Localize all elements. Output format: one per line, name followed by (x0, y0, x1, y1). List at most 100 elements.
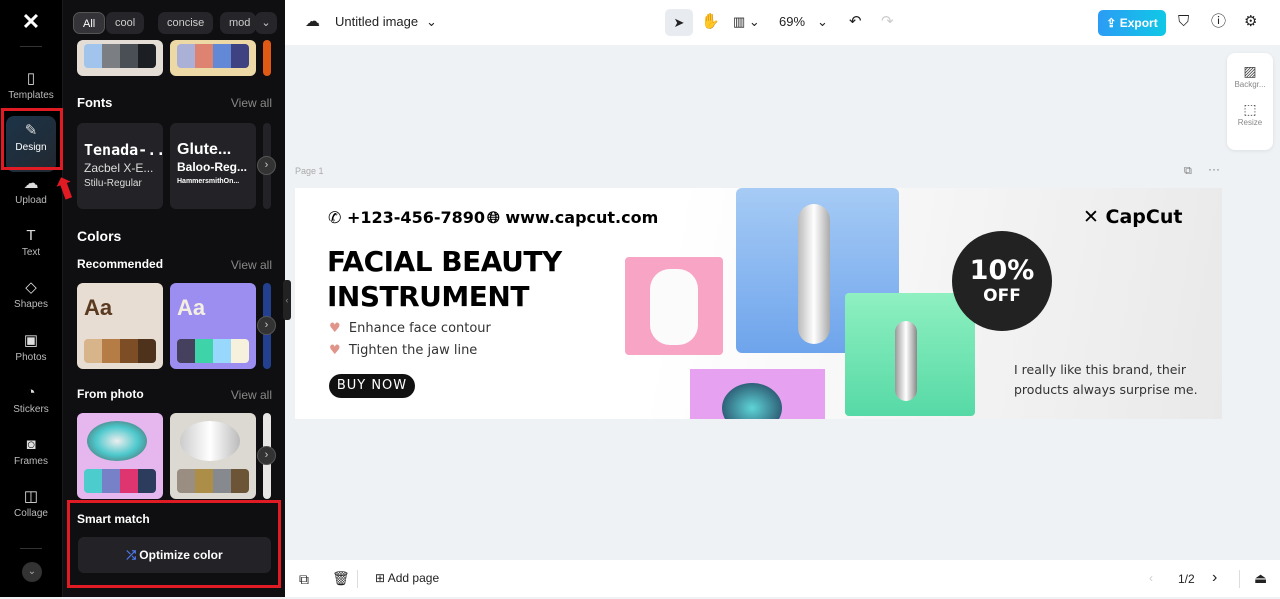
settings-icon[interactable]: ⚙ (1244, 12, 1257, 32)
rail-item-frames[interactable]: ◙ Frames (6, 430, 56, 486)
zoom-level[interactable]: 69% (779, 12, 805, 32)
color-swatch[interactable] (102, 44, 120, 68)
capcut-logo-icon: ✕ (21, 9, 41, 34)
from-photo-next-button[interactable]: › (257, 446, 276, 465)
background-tool-button[interactable]: ▨ Backgr... (1227, 53, 1273, 89)
font-card[interactable]: Glute... Baloo-Reg... HammersmithOn... (170, 123, 256, 209)
chevron-down-icon[interactable]: ⌄ (22, 562, 42, 582)
color-swatch[interactable] (120, 339, 138, 363)
color-swatch[interactable] (138, 339, 156, 363)
color-swatch[interactable] (177, 44, 195, 68)
color-swatch[interactable] (138, 44, 156, 68)
color-swatch[interactable] (120, 469, 138, 493)
phone-line: ✆ +123-456-7890 (328, 208, 485, 227)
delete-icon[interactable]: 🗑︎ (332, 570, 350, 587)
rail-item-stickers[interactable]: ◔ Stickers (6, 378, 56, 434)
help-icon[interactable]: ⓘ (1211, 12, 1226, 32)
recommended-heading: Recommended (77, 257, 164, 271)
font-card[interactable]: Tenada-... Zacbel X-E... Stilu-Regular (77, 123, 163, 209)
upload-cloud-icon: ☁ (23, 174, 39, 192)
color-swatch[interactable] (84, 339, 102, 363)
color-swatch[interactable] (231, 44, 249, 68)
text-icon: T (26, 226, 36, 244)
cloud-save-icon[interactable]: ☁ (305, 12, 320, 32)
highlight-box (1, 108, 63, 170)
color-palette-card[interactable]: Aa (170, 283, 256, 369)
color-swatch[interactable] (102, 469, 120, 493)
filter-chip-cool[interactable]: cool (106, 12, 145, 34)
color-swatch[interactable] (213, 339, 231, 363)
upload-icon: ⇪ (1106, 16, 1117, 30)
select-tool-icon[interactable]: ➤ (665, 9, 693, 36)
color-swatch[interactable] (84, 44, 102, 68)
color-swatch[interactable] (195, 44, 213, 68)
buy-now-button: BUY NOW (329, 374, 415, 398)
color-swatch[interactable] (195, 339, 213, 363)
rail-item-shapes[interactable]: ◇ Shapes (6, 273, 56, 329)
fonts-heading: Fonts (77, 95, 113, 110)
chevron-down-icon[interactable]: ⌄ (426, 12, 437, 32)
colors-next-button[interactable]: › (257, 316, 276, 335)
colors-heading: Colors (77, 228, 122, 244)
capcut-logo-icon: ✕ (1083, 206, 1099, 228)
collapse-panel-handle[interactable]: ‹ (283, 280, 291, 320)
color-swatch[interactable] (177, 339, 195, 363)
from-photo-view-all-link[interactable]: View all (231, 388, 272, 402)
collage-icon: ◫ (23, 488, 39, 506)
color-swatch[interactable] (138, 469, 156, 493)
chevron-down-icon[interactable]: ⌄ (255, 12, 277, 34)
resize-tool-button[interactable]: ⬚ Resize (1227, 89, 1273, 127)
discount-badge: 10% OFF (952, 231, 1052, 331)
color-swatch[interactable] (102, 339, 120, 363)
export-button[interactable]: ⇪ Export (1098, 10, 1166, 36)
color-swatch[interactable] (213, 469, 231, 493)
previous-page-icon[interactable]: ‹ (1149, 571, 1153, 585)
phone-icon: ✆ (328, 208, 342, 227)
headline: FACIAL BEAUTY INSTRUMENT (327, 245, 562, 313)
document-title[interactable]: Untitled image (335, 12, 418, 32)
photo-palette-card[interactable] (77, 413, 163, 499)
more-options-icon[interactable]: ··· (1208, 162, 1220, 176)
filter-chip-concise[interactable]: concise (158, 12, 214, 34)
color-swatch[interactable] (120, 44, 138, 68)
undo-icon[interactable]: ↶ (849, 12, 862, 32)
filter-chip-mod[interactable]: mod (220, 12, 256, 34)
color-swatch[interactable] (213, 44, 231, 68)
side-tools: ▨ Backgr... ⬚ Resize (1227, 53, 1273, 150)
copy-page-icon[interactable]: ⧉ (299, 571, 309, 588)
color-swatch[interactable] (177, 469, 195, 493)
chevron-down-icon[interactable]: ⌄ (817, 12, 828, 32)
product-image (625, 257, 723, 355)
add-page-button[interactable]: ⊞ Add page (375, 571, 439, 585)
fonts-view-all-link[interactable]: View all (231, 96, 272, 110)
layers-icon[interactable]: ⏏ (1254, 570, 1267, 587)
color-swatch[interactable] (231, 339, 249, 363)
redo-icon[interactable]: ↷ (881, 12, 894, 32)
color-swatch[interactable] (195, 469, 213, 493)
heart-icon: ♥ (329, 321, 341, 336)
hand-tool-icon[interactable]: ✋ (701, 12, 720, 32)
resize-icon: ⬚ (1243, 101, 1257, 117)
product-image (690, 369, 825, 419)
fonts-next-button[interactable]: › (257, 156, 276, 175)
photo-palette-card[interactable] (170, 413, 256, 499)
page-label: Page 1 (295, 166, 324, 176)
recommended-view-all-link[interactable]: View all (231, 258, 272, 272)
color-swatch[interactable] (231, 469, 249, 493)
shield-icon[interactable]: ⛉ (1178, 12, 1189, 32)
canvas-banner[interactable]: ✆ +123-456-7890 🌐︎ www.capcut.com FACIAL… (295, 188, 1222, 419)
color-swatch[interactable] (84, 469, 102, 493)
rail-item-collage[interactable]: ◫ Collage (6, 482, 56, 538)
frames-icon: ◙ (26, 436, 36, 454)
next-page-icon[interactable]: › (1212, 569, 1217, 587)
bottom-toolbar: ⧉ 🗑︎ ⊞ Add page ‹ 1/2 › ⏏ (285, 560, 1280, 597)
product-thumbnail (180, 421, 240, 461)
filter-chip-All[interactable]: All (73, 12, 106, 34)
duplicate-page-icon[interactable]: ⧉ (1184, 165, 1192, 178)
layout-icon[interactable]: ▥ ⌄ (733, 12, 760, 32)
color-palette-card[interactable]: Aa (77, 283, 163, 369)
rail-item-photos[interactable]: ▣ Photos (6, 326, 56, 382)
rail-item-text[interactable]: T Text (6, 221, 56, 277)
heart-icon: ♥ (329, 343, 341, 358)
background-icon: ▨ (1243, 63, 1257, 79)
